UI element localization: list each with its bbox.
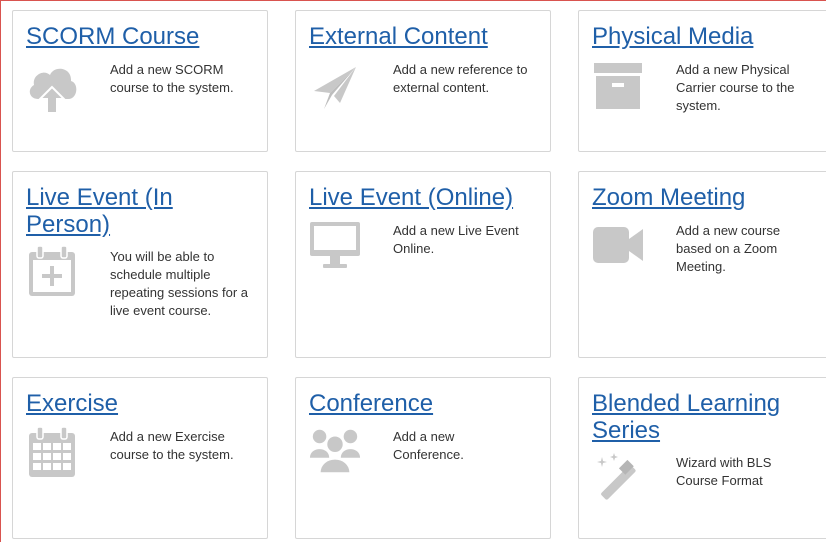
tile-title-scorm-course[interactable]: SCORM Course (26, 23, 261, 50)
tile-title-physical-media[interactable]: Physical Media (592, 23, 826, 50)
tile-title-external-content[interactable]: External Content (309, 23, 544, 50)
cloud-upload-icon (25, 61, 79, 115)
tile-title-live-event-in-person[interactable]: Live Event (In Person) (26, 184, 197, 238)
tile-title-live-event-online[interactable]: Live Event (Online) (309, 184, 544, 211)
tile-blended-learning-series[interactable]: Blended Learning Series Wizard with BLS … (578, 377, 826, 539)
paper-plane-icon (308, 61, 362, 115)
archive-box-icon (591, 59, 645, 113)
tile-live-event-online[interactable]: Live Event (Online) Add a new Live Event… (295, 171, 551, 358)
tile-physical-media[interactable]: Physical Media Add a new Physical Carrie… (578, 10, 826, 152)
tile-desc-conference: Add a new Conference. (393, 429, 464, 462)
calendar-plus-icon (25, 244, 79, 298)
tile-desc-zoom-meeting: Add a new course based on a Zoom Meeting… (676, 223, 781, 274)
users-group-icon (308, 424, 362, 478)
tile-desc-exercise: Add a new Exercise course to the system. (110, 429, 234, 462)
magic-wand-icon (591, 450, 645, 504)
tile-scorm-course[interactable]: SCORM Course Add a new SCORM course to t… (12, 10, 268, 152)
tile-conference[interactable]: Conference Add a new Conference. (295, 377, 551, 539)
tile-zoom-meeting[interactable]: Zoom Meeting Add a new course based on a… (578, 171, 826, 358)
tile-title-blended-learning-series[interactable]: Blended Learning Series (592, 390, 803, 444)
tile-desc-physical-media: Add a new Physical Carrier course to the… (676, 62, 795, 113)
tile-exercise[interactable]: Exercise Add a new Exercise course to th… (12, 377, 268, 539)
tile-title-exercise[interactable]: Exercise (26, 390, 261, 417)
tile-desc-external-content: Add a new reference to external content. (393, 62, 528, 95)
desktop-monitor-icon (308, 218, 362, 272)
tile-title-zoom-meeting[interactable]: Zoom Meeting (592, 184, 826, 211)
tile-external-content[interactable]: External Content Add a new reference to … (295, 10, 551, 152)
calendar-grid-icon (25, 425, 79, 479)
tile-desc-scorm-course: Add a new SCORM course to the system. (110, 62, 234, 95)
tile-title-conference[interactable]: Conference (309, 390, 544, 417)
tile-desc-blended-learning-series: Wizard with BLS Course Format (676, 455, 772, 488)
tile-desc-live-event-online: Add a new Live Event Online. (393, 223, 519, 256)
video-camera-icon (591, 218, 645, 272)
tile-desc-live-event-in-person: You will be able to schedule multiple re… (110, 249, 249, 318)
tile-live-event-in-person[interactable]: Live Event (In Person) You will be able … (12, 171, 268, 358)
content-frame: SCORM Course Add a new SCORM course to t… (0, 0, 826, 542)
